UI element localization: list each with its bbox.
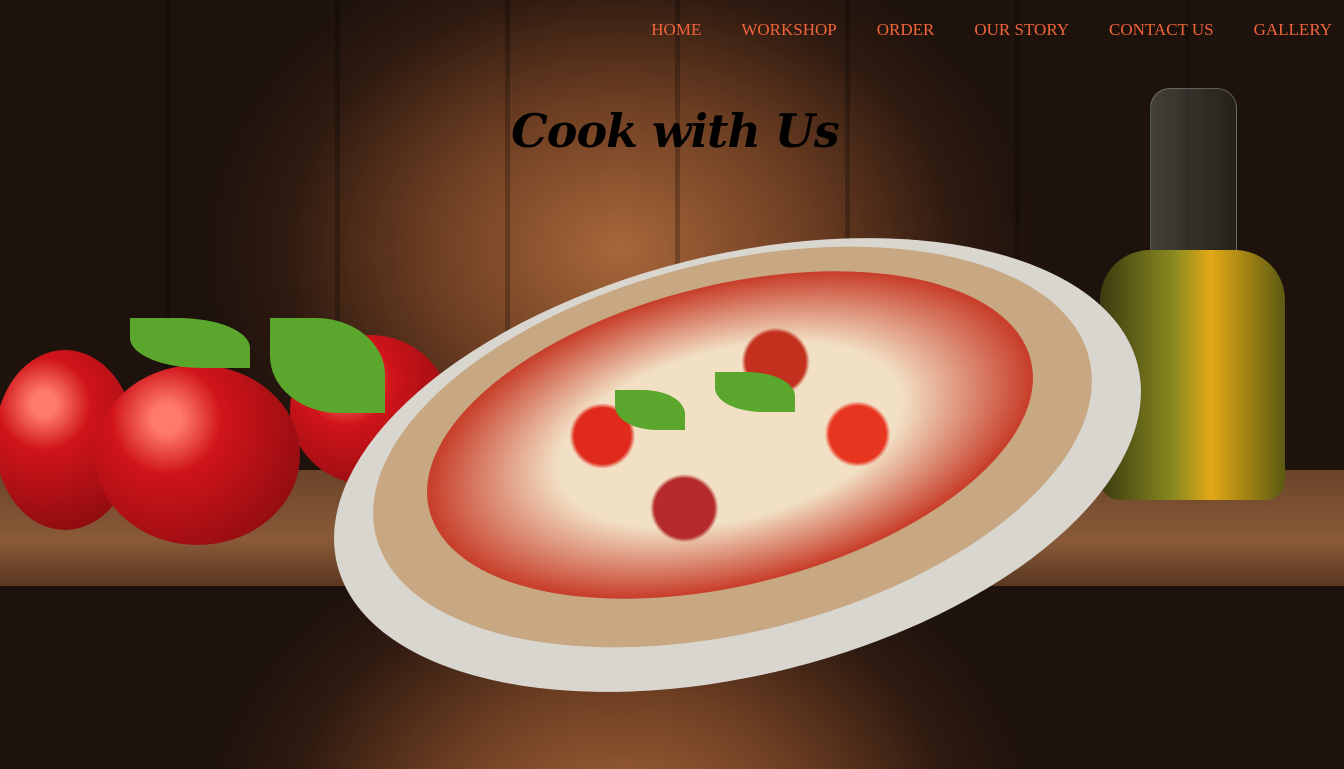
nav-contact-us[interactable]: CONTACT US	[1109, 20, 1214, 40]
hero-title: Cook with Us	[511, 104, 840, 158]
nav-our-story[interactable]: OUR STORY	[974, 20, 1069, 40]
tomato	[95, 365, 300, 545]
main-nav: HOME WORKSHOP ORDER OUR STORY CONTACT US…	[651, 20, 1332, 40]
nav-workshop[interactable]: WORKSHOP	[741, 20, 836, 40]
nav-gallery[interactable]: GALLERY	[1254, 20, 1332, 40]
hero-background	[0, 0, 1344, 769]
nav-home[interactable]: HOME	[651, 20, 701, 40]
nav-order[interactable]: ORDER	[877, 20, 935, 40]
